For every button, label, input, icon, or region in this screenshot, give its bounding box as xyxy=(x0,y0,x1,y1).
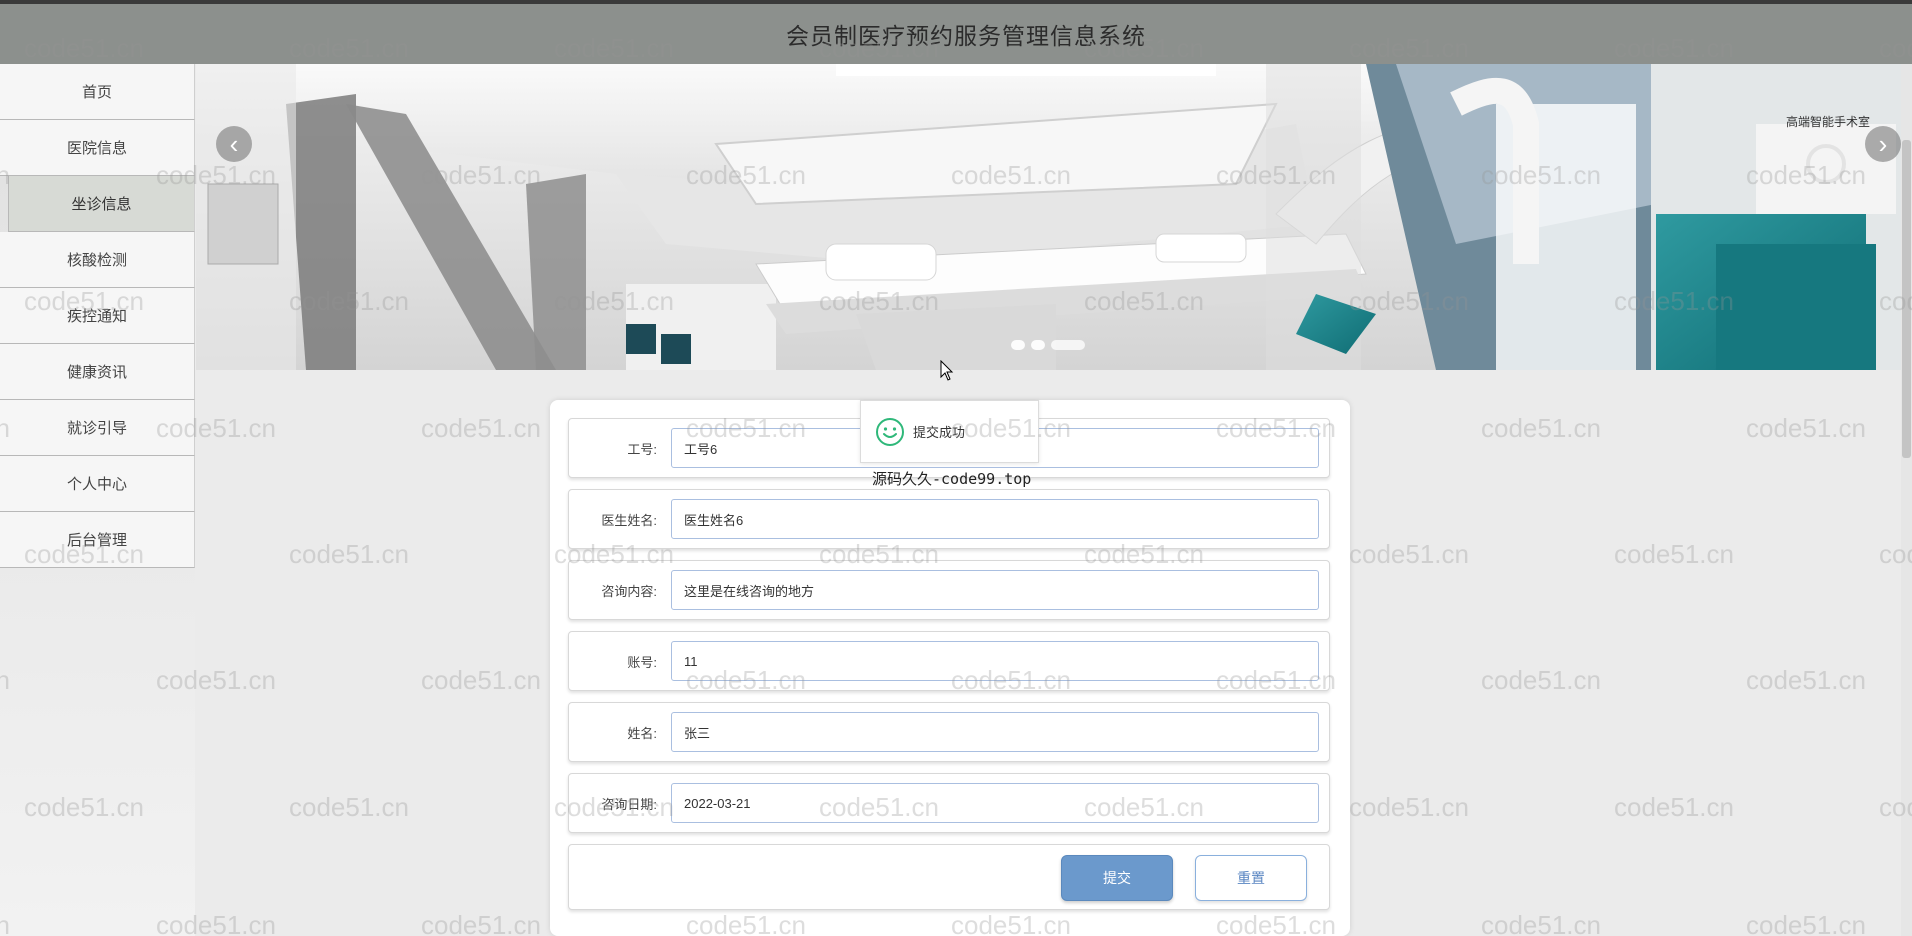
nav-item-clinic-schedule[interactable]: 坐诊信息 xyxy=(8,176,195,232)
account-input[interactable] xyxy=(671,641,1319,681)
watermark-text: code51.cn xyxy=(1746,665,1866,695)
carousel-indicators xyxy=(1011,340,1085,350)
form-row-consult-content: 咨询内容: xyxy=(568,560,1330,620)
sidebar: 首页 医院信息 坐诊信息 核酸检测 疾控通知 健康资讯 就诊引导 个人中心 后台… xyxy=(0,64,195,936)
doctor-name-input[interactable] xyxy=(671,499,1319,539)
name-input[interactable] xyxy=(671,712,1319,752)
chevron-right-icon: › xyxy=(1878,128,1888,159)
watermark-text: code51.cn xyxy=(1614,792,1734,822)
account-label: 账号: xyxy=(627,654,657,670)
watermark-text: code51.cn xyxy=(421,665,541,695)
staff-id-label: 工号: xyxy=(627,441,657,457)
scrollbar-thumb[interactable] xyxy=(1902,140,1911,458)
carousel-dot-active[interactable] xyxy=(1051,340,1085,350)
page-scrollbar[interactable] xyxy=(1901,64,1912,936)
form-row-name: 姓名: xyxy=(568,702,1330,762)
nav-item-admin[interactable]: 后台管理 xyxy=(0,512,195,568)
watermark-text: code51.cn xyxy=(421,910,541,936)
watermark-text: code51.cn xyxy=(1614,539,1734,569)
watermark-text: code51.cn xyxy=(1481,910,1601,936)
submit-button[interactable]: 提交 xyxy=(1061,855,1173,901)
nav-item-visit-guide[interactable]: 就诊引导 xyxy=(0,400,195,456)
form-row-consult-date: 咨询日期: xyxy=(568,773,1330,833)
carousel-dot[interactable] xyxy=(1011,340,1025,350)
doctor-name-label: 医生姓名: xyxy=(601,512,657,528)
operating-room-image: 高端智能手术室 xyxy=(196,64,1901,370)
nav-item-nucleic-test[interactable]: 核酸检测 xyxy=(0,232,195,288)
smile-icon xyxy=(875,417,905,447)
sidebar-nav: 首页 医院信息 坐诊信息 核酸检测 疾控通知 健康资讯 就诊引导 个人中心 后台… xyxy=(0,64,195,568)
hero-carousel: 高端智能手术室 ‹ › xyxy=(196,64,1901,370)
success-toast: 提交成功 xyxy=(860,400,1039,463)
consult-content-label: 咨询内容: xyxy=(601,583,657,599)
consult-date-input[interactable] xyxy=(671,783,1319,823)
watermark-text: code51.cn xyxy=(289,539,409,569)
source-watermark-text: 源码久久-code99.top xyxy=(872,470,1032,488)
nav-item-home[interactable]: 首页 xyxy=(0,64,195,120)
nav-item-personal-center[interactable]: 个人中心 xyxy=(0,456,195,512)
consult-content-input[interactable] xyxy=(671,570,1319,610)
chevron-left-icon: ‹ xyxy=(229,128,239,159)
carousel-prev-button[interactable]: ‹ xyxy=(216,126,252,162)
mouse-cursor-icon xyxy=(940,359,954,387)
watermark-text: code51.cn xyxy=(1746,413,1866,443)
site-header: 会员制医疗预约服务管理信息系统 xyxy=(0,4,1912,64)
carousel-next-button[interactable]: › xyxy=(1865,126,1901,162)
nav-item-hospital-info[interactable]: 医院信息 xyxy=(0,120,195,176)
watermark-text: code51.cn xyxy=(1481,665,1601,695)
form-actions: 提交 重置 xyxy=(568,844,1330,910)
watermark-text: code51.cn xyxy=(1349,792,1469,822)
form-row-account: 账号: xyxy=(568,631,1330,691)
carousel-dot[interactable] xyxy=(1031,340,1045,350)
watermark-text: code51.cn xyxy=(1481,413,1601,443)
watermark-text: code51.cn xyxy=(421,413,541,443)
site-title: 会员制医疗预约服务管理信息系统 xyxy=(786,23,1146,49)
toast-message: 提交成功 xyxy=(913,425,966,440)
name-label: 姓名: xyxy=(627,725,657,741)
watermark-text: code51.cn xyxy=(1746,910,1866,936)
nav-item-cdc-notice[interactable]: 疾控通知 xyxy=(0,288,195,344)
form-row-doctor-name: 医生姓名: xyxy=(568,489,1330,549)
reset-button[interactable]: 重置 xyxy=(1195,855,1307,901)
watermark-text: code51.cn xyxy=(1349,539,1469,569)
banner-sign: 高端智能手术室 xyxy=(1786,114,1870,129)
watermark-text: code51.cn xyxy=(289,792,409,822)
nav-item-health-news[interactable]: 健康资讯 xyxy=(0,344,195,400)
consult-date-label: 咨询日期: xyxy=(601,796,657,812)
